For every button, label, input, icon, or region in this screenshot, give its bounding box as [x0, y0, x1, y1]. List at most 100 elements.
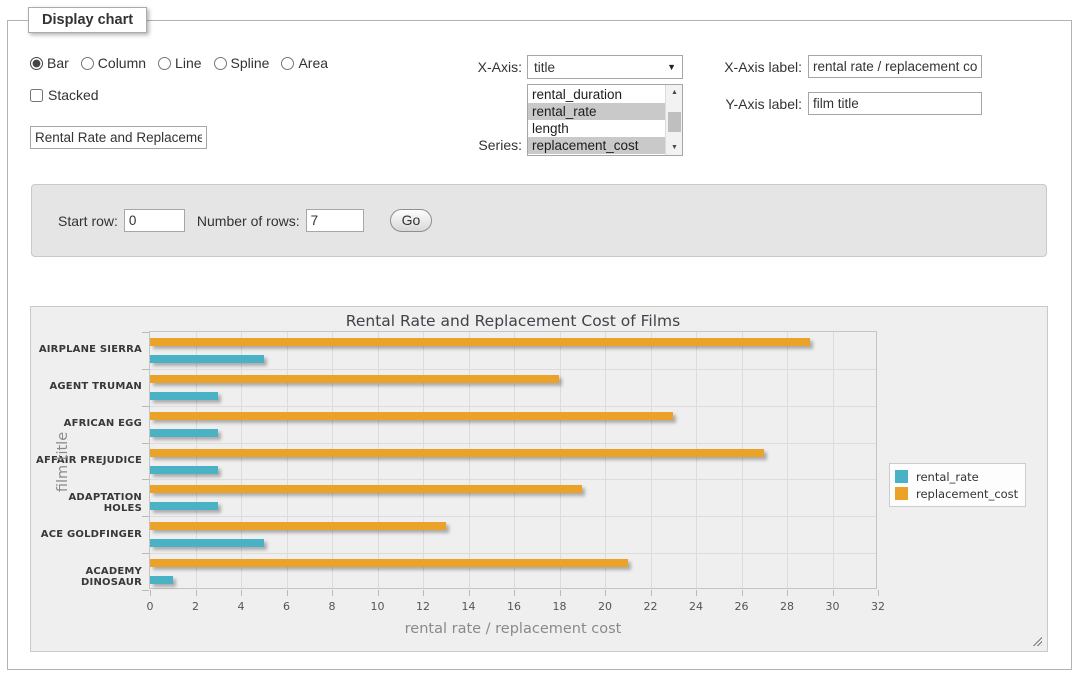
series-option-replacement_cost[interactable]: replacement_cost	[528, 137, 665, 154]
radio-spline[interactable]	[214, 57, 227, 70]
x-tick-mark	[605, 590, 606, 596]
category-label: AIRPLANE SIERRA	[34, 344, 142, 355]
x-tick-mark	[651, 590, 652, 596]
chart-type-radio-line[interactable]: Line	[158, 55, 201, 71]
y-tick-mark	[142, 332, 149, 333]
chart-title-input[interactable]	[30, 126, 207, 149]
category-label: ADAPTATION HOLES	[34, 492, 142, 514]
gridline	[196, 332, 197, 588]
gridline	[332, 332, 333, 588]
gridline	[378, 332, 379, 588]
series-options: rental_durationrental_ratelengthreplacem…	[528, 86, 665, 154]
bar-rental_rate	[150, 466, 218, 474]
x-tick-mark	[241, 590, 242, 596]
y-axis-label-input[interactable]	[808, 92, 982, 115]
row-controls: Start row: Number of rows: Go	[58, 185, 432, 256]
resize-handle-icon[interactable]	[1031, 635, 1042, 646]
scroll-up-icon[interactable]: ▲	[666, 85, 683, 100]
x-tick-label: 2	[176, 600, 216, 613]
bar-rental_rate	[150, 576, 173, 584]
chart-type-radio-column[interactable]: Column	[81, 55, 146, 71]
x-tick-mark	[560, 590, 561, 596]
chart-type-radio-area[interactable]: Area	[281, 55, 328, 71]
num-rows-input[interactable]	[306, 209, 364, 232]
x-axis-select[interactable]: title ▼	[527, 55, 683, 79]
gridline	[651, 332, 652, 588]
gridline	[514, 332, 515, 588]
gridline	[150, 369, 876, 370]
radio-line[interactable]	[158, 57, 171, 70]
start-row-input[interactable]	[124, 209, 185, 232]
series-option-rental_rate[interactable]: rental_rate	[528, 103, 665, 120]
bar-replacement_cost	[150, 559, 628, 567]
y-tick-mark	[142, 406, 149, 407]
legend-swatch-replacement_cost	[895, 487, 908, 500]
row-controls-panel: Start row: Number of rows: Go	[31, 184, 1047, 257]
x-tick-label: 4	[221, 600, 261, 613]
x-axis-selected-value: title	[534, 60, 667, 75]
category-label: AFFAIR PREJUDICE	[34, 455, 142, 466]
chart-title: Rental Rate and Replacement Cost of Film…	[149, 312, 877, 330]
x-tick-mark	[787, 590, 788, 596]
gridline	[150, 406, 876, 407]
category-label: ACE GOLDFINGER	[34, 529, 142, 540]
chart-plot-area: 02468101214161820222426283032AIRPLANE SI…	[149, 331, 877, 589]
scrollbar-thumb[interactable]	[668, 112, 681, 132]
bar-replacement_cost	[150, 338, 810, 346]
chart-type-radio-bar[interactable]: Bar	[30, 55, 69, 71]
bar-replacement_cost	[150, 449, 764, 457]
gridline	[469, 332, 470, 588]
x-tick-label: 8	[312, 600, 352, 613]
x-tick-label: 10	[358, 600, 398, 613]
x-tick-mark	[833, 590, 834, 596]
bar-rental_rate	[150, 355, 264, 363]
category-label: ACADEMY DINOSAUR	[34, 566, 142, 588]
x-tick-label: 12	[403, 600, 443, 613]
x-tick-mark	[423, 590, 424, 596]
series-option-rental_duration[interactable]: rental_duration	[528, 86, 665, 103]
chart-x-axis-title: rental rate / replacement cost	[149, 621, 877, 637]
chart-type-radio-spline[interactable]: Spline	[214, 55, 270, 71]
x-tick-label: 26	[722, 600, 762, 613]
radio-bar[interactable]	[30, 57, 43, 70]
radio-column[interactable]	[81, 57, 94, 70]
gridline	[150, 553, 876, 554]
x-tick-label: 32	[858, 600, 898, 613]
scroll-down-icon[interactable]: ▼	[666, 140, 683, 155]
x-tick-label: 18	[540, 600, 580, 613]
bar-replacement_cost	[150, 485, 582, 493]
series-list-label: Series:	[455, 137, 522, 153]
go-button[interactable]: Go	[390, 209, 433, 232]
x-axis-label-input[interactable]	[808, 55, 982, 78]
x-tick-label: 6	[267, 600, 307, 613]
num-rows-label: Number of rows:	[197, 213, 300, 229]
stacked-checkbox-row[interactable]: Stacked	[30, 87, 99, 103]
bar-rental_rate	[150, 392, 218, 400]
x-tick-mark	[378, 590, 379, 596]
chart-y-axis-title: film title	[55, 422, 71, 502]
x-tick-label: 14	[449, 600, 489, 613]
gridline	[423, 332, 424, 588]
x-tick-label: 22	[631, 600, 671, 613]
x-tick-label: 24	[676, 600, 716, 613]
radio-label: Bar	[47, 55, 69, 71]
radio-label: Line	[175, 55, 201, 71]
gridline	[696, 332, 697, 588]
chart-type-radio-group: Bar Column Line Spline Area	[30, 55, 336, 71]
x-tick-mark	[878, 590, 879, 596]
series-scrollbar[interactable]: ▲ ▼	[665, 85, 682, 155]
gridline	[287, 332, 288, 588]
start-row-label: Start row:	[58, 213, 118, 229]
x-tick-mark	[469, 590, 470, 596]
x-tick-mark	[514, 590, 515, 596]
legend-label: rental_rate	[916, 470, 979, 484]
legend-row: replacement_cost	[895, 485, 1018, 502]
x-tick-label: 16	[494, 600, 534, 613]
stacked-checkbox[interactable]	[30, 89, 43, 102]
bar-rental_rate	[150, 429, 218, 437]
series-multiselect[interactable]: rental_durationrental_ratelengthreplacem…	[527, 84, 683, 156]
series-option-length[interactable]: length	[528, 120, 665, 137]
radio-area[interactable]	[281, 57, 294, 70]
legend-label: replacement_cost	[916, 487, 1018, 501]
stacked-label: Stacked	[48, 87, 99, 103]
